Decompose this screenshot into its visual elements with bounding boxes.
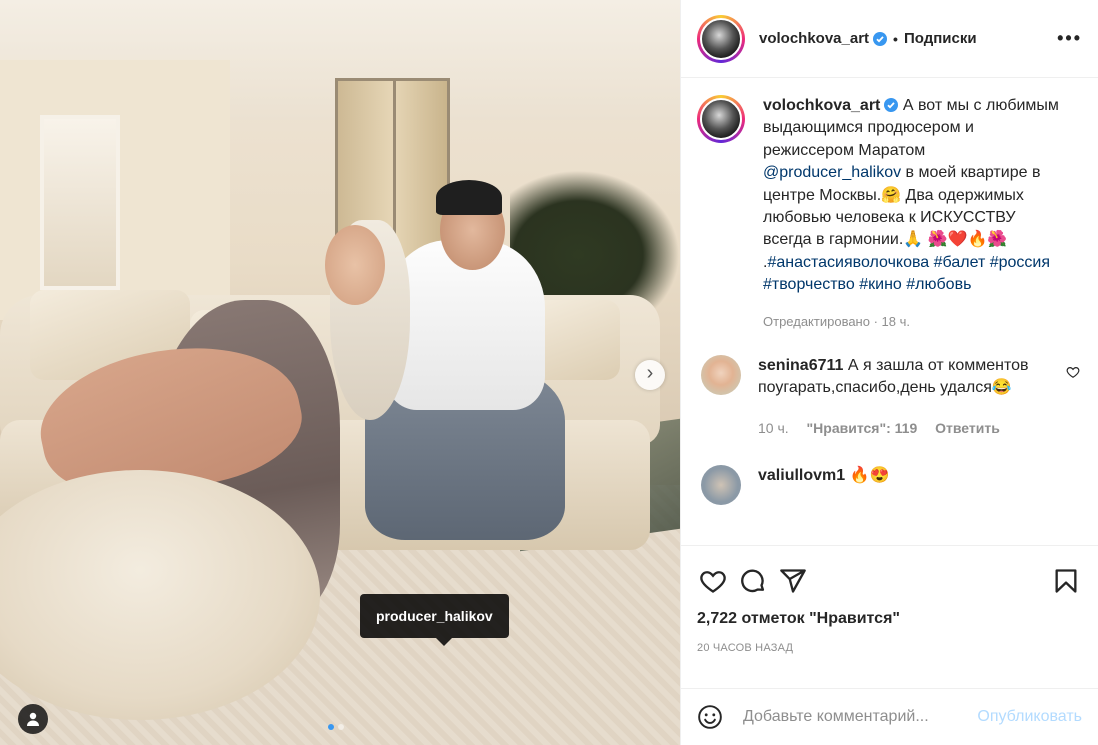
comment-body: valiullovm1 🔥😍 [758, 465, 1048, 505]
header-separator: • [893, 30, 898, 47]
commenter-avatar[interactable] [701, 464, 741, 505]
comment-likes[interactable]: "Нравится": 119 [807, 420, 918, 436]
hashtag-link[interactable]: #кино [859, 276, 902, 293]
post-caption: volochkova_art А вот мы с любимым выдающ… [681, 79, 1098, 297]
photo-woman-head [325, 225, 385, 305]
photo-doorway [40, 115, 120, 290]
post-side-panel: volochkova_art • Подписки ••• volochkova… [680, 0, 1098, 745]
action-icons-row [697, 546, 1082, 616]
caption-edited-time: Отредактировано · 18 ч. [763, 313, 910, 329]
comment-time[interactable]: 10 ч. [758, 420, 789, 436]
verified-badge-icon [884, 98, 899, 112]
post-comment-button[interactable]: Опубликовать [977, 708, 1082, 726]
post-photo[interactable]: › producer_halikov [0, 0, 680, 745]
caption-author-avatar[interactable] [697, 95, 745, 143]
user-tag-label: producer_halikov [376, 608, 493, 624]
carousel-indicator [328, 724, 344, 730]
comment-item: valiullovm1 🔥😍 [681, 464, 1098, 505]
comment-meta: 10 ч. "Нравится": 119 Ответить [758, 417, 1048, 439]
comment-button[interactable] [737, 565, 769, 597]
commenter-username[interactable]: valiullovm1 [758, 467, 845, 484]
post-time[interactable]: 20 часов назад [697, 642, 1082, 654]
likes-count[interactable]: 2,722 отметок "Нравится" [697, 610, 1082, 628]
photo-man-cap [436, 180, 502, 215]
next-photo-button[interactable]: › [635, 360, 665, 390]
author-username[interactable]: volochkova_art [759, 30, 869, 47]
commenter-username[interactable]: senina6711 [758, 357, 843, 374]
like-button[interactable] [697, 565, 729, 597]
commenter-avatar[interactable] [701, 354, 741, 395]
comment-icon [741, 569, 765, 593]
comment-text: 🔥😍 [845, 466, 890, 484]
author-avatar[interactable] [697, 14, 745, 63]
user-tag-tooltip[interactable]: producer_halikov [360, 594, 509, 646]
emoji-icon[interactable] [697, 704, 723, 730]
post-header: volochkova_art • Подписки ••• [681, 0, 1098, 78]
share-icon [780, 569, 806, 593]
avatar-image [700, 17, 742, 60]
mention-link[interactable]: @producer_halikov [763, 164, 901, 181]
comments-list[interactable]: volochkova_art А вот мы с любимым выдающ… [681, 79, 1098, 545]
hashtag-link[interactable]: #анастасияволочкова [767, 254, 929, 271]
verified-badge-icon [873, 31, 888, 46]
caption-text: volochkova_art А вот мы с любимым выдающ… [763, 95, 1063, 297]
user-icon [27, 712, 39, 726]
avatar-image [700, 98, 742, 140]
more-options-button[interactable]: ••• [1057, 28, 1082, 49]
post-dialog: › producer_halikov volochkova_art • Подп… [0, 0, 1098, 745]
save-button[interactable] [1050, 565, 1082, 597]
heart-icon [700, 571, 726, 593]
comment-input[interactable]: Добавьте комментарий... [743, 708, 929, 726]
tagged-users-button[interactable] [18, 704, 48, 734]
add-comment-bar: Добавьте комментарий... Опубликовать [681, 688, 1098, 745]
comment-item: senina6711 А я зашла от комментов поугар… [681, 354, 1098, 439]
hashtag-link[interactable]: #творчество [763, 276, 855, 293]
hashtag-link[interactable]: #любовь [906, 276, 971, 293]
heart-icon[interactable] [1066, 365, 1080, 379]
caption-username[interactable]: volochkova_art [763, 97, 880, 114]
bookmark-icon [1055, 569, 1077, 593]
hashtag-link[interactable]: #россия [990, 254, 1050, 271]
hashtag-link[interactable]: #балет [934, 254, 986, 271]
comment-body: senina6711 А я зашла от комментов поугар… [758, 355, 1048, 439]
reply-button[interactable]: Ответить [935, 420, 1000, 436]
share-button[interactable] [777, 565, 809, 597]
carousel-dot-active [328, 724, 334, 730]
chevron-right-icon: › [646, 362, 654, 384]
carousel-dot [338, 724, 344, 730]
following-button[interactable]: Подписки [904, 30, 977, 47]
post-actions: 2,722 отметок "Нравится" 20 часов назад [681, 545, 1098, 654]
